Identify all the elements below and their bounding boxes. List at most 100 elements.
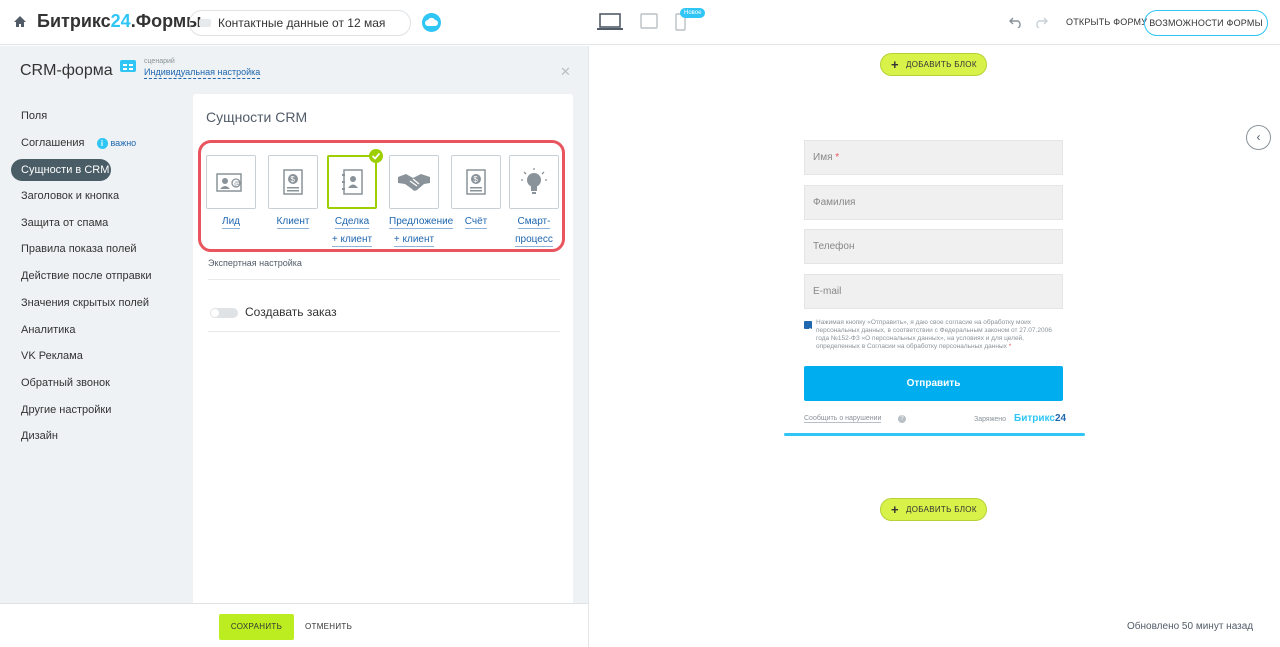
card-bottom-accent — [784, 433, 1085, 436]
desktop-view-icon[interactable] — [597, 13, 623, 31]
form-card: Имя * Фамилия Телефон E-mail Нажимая кно… — [784, 126, 1085, 438]
add-block-label: ДОБАВИТЬ БЛОК — [906, 60, 977, 69]
form-title-text: Контактные данные от 12 мая — [218, 16, 386, 30]
entity-invoice[interactable]: $ Счёт — [451, 155, 501, 229]
form-icon — [199, 19, 211, 27]
plus-icon: + — [891, 502, 899, 517]
lightbulb-icon — [521, 168, 547, 194]
toggle-knob — [211, 309, 219, 317]
expert-settings-link[interactable]: Экспертная настройка — [208, 258, 302, 268]
entity-label-line2: + клиент — [393, 234, 435, 247]
form-preview: + ДОБАВИТЬ БЛОК ‹ Имя * Фамилия Телефон E… — [588, 46, 1280, 647]
entity-tile[interactable] — [327, 149, 383, 209]
add-block-label: ДОБАВИТЬ БЛОК — [906, 505, 977, 514]
selected-check-icon — [369, 149, 383, 163]
nav-item-agreements[interactable]: Соглашения i важно — [11, 131, 189, 158]
nav-item-after-submit[interactable]: Действие после отправки — [11, 264, 189, 291]
close-icon[interactable]: ✕ — [560, 64, 571, 80]
nav-item-label: VK Реклама — [21, 350, 83, 363]
nav-item-spam-protection[interactable]: Защита от спама — [11, 211, 189, 238]
nav-item-label: Правила показа полей — [21, 243, 137, 256]
svg-text:$: $ — [473, 175, 478, 184]
home-icon[interactable] — [13, 15, 27, 29]
entity-smart-process[interactable]: Смарт- процесс — [509, 155, 559, 247]
crm-entities-card: Сущности CRM @ Лид $ Клиент Сделка + кли… — [193, 94, 573, 647]
charged-by-label: Заряжено — [974, 416, 1007, 423]
form-features-button[interactable]: ВОЗМОЖНОСТИ ФОРМЫ — [1144, 10, 1268, 36]
nav-item-header-button[interactable]: Заголовок и кнопка — [11, 184, 189, 211]
panel-footer: СОХРАНИТЬ ОТМЕНИТЬ — [0, 603, 588, 647]
chevron-left-icon[interactable]: ‹ — [1246, 125, 1271, 150]
field-placeholder: Имя — [813, 152, 833, 163]
last-updated-label: Обновлено 50 минут назад — [1127, 621, 1254, 632]
nav-item-label: Защита от спама — [21, 216, 109, 229]
field-placeholder: Фамилия — [813, 197, 856, 208]
entity-tile[interactable]: $ — [268, 155, 318, 209]
entity-tile[interactable] — [389, 155, 439, 209]
nav-item-label: Значения скрытых полей — [21, 296, 150, 309]
open-form-link[interactable]: ОТКРЫТЬ ФОРМУ — [1066, 17, 1147, 27]
create-order-toggle[interactable] — [210, 308, 238, 318]
new-badge: Новое — [680, 8, 706, 18]
entity-label: Клиент — [276, 216, 310, 229]
nav-item-analytics[interactable]: Аналитика — [11, 318, 189, 345]
report-abuse-link[interactable]: Сообщить о нарушении — [804, 415, 882, 423]
nav-item-other-settings[interactable]: Другие настройки — [11, 398, 189, 425]
nav-item-label: Соглашения — [21, 136, 85, 149]
nav-item-label: Обратный звонок — [21, 376, 110, 389]
entity-tile[interactable] — [509, 155, 559, 209]
consent-checkbox[interactable] — [804, 321, 812, 333]
field-placeholder: E-mail — [813, 286, 842, 297]
consent-text-wrap: Нажимая кнопку «Отправить», я даю свое с… — [816, 319, 1063, 351]
tablet-view-icon[interactable] — [640, 13, 658, 29]
save-button[interactable]: СОХРАНИТЬ — [219, 614, 294, 640]
add-block-button-top[interactable]: + ДОБАВИТЬ БЛОК — [880, 53, 987, 76]
form-title-input[interactable]: Контактные данные от 12 мая — [189, 10, 411, 36]
help-icon[interactable]: ? — [898, 415, 906, 423]
nav-item-label: Другие настройки — [21, 403, 112, 416]
scenario-selector[interactable]: Индивидуальная настройка — [144, 67, 261, 79]
required-mark: * — [1008, 343, 1012, 350]
redo-icon[interactable] — [1034, 15, 1048, 33]
cancel-button[interactable]: ОТМЕНИТЬ — [305, 622, 352, 631]
nav-item-fields[interactable]: Поля — [11, 104, 189, 131]
nav-item-label: Заголовок и кнопка — [21, 190, 120, 203]
nav-item-field-rules[interactable]: Правила показа полей — [11, 237, 189, 264]
nav-item-vk-ads[interactable]: VK Реклама — [11, 344, 189, 371]
nav-item-callback[interactable]: Обратный звонок — [11, 371, 189, 398]
create-order-label: Создавать заказ — [245, 305, 337, 319]
nav-item-crm-entities[interactable]: Сущности в CRM — [11, 159, 111, 182]
email-field[interactable]: E-mail — [804, 274, 1063, 309]
nav-item-hidden-fields[interactable]: Значения скрытых полей — [11, 291, 189, 318]
client-icon: $ — [283, 169, 303, 195]
entity-deal-client[interactable]: Сделка + клиент — [327, 149, 383, 247]
entity-client[interactable]: $ Клиент — [268, 155, 318, 229]
phone-field[interactable]: Телефон — [804, 229, 1063, 264]
top-bar: Битрикс24.Формы Контактные данные от 12 … — [0, 0, 1280, 45]
consent-text: Нажимая кнопку «Отправить», я даю свое с… — [816, 319, 1052, 350]
entity-tile[interactable]: @ — [206, 155, 256, 209]
entity-tile[interactable]: $ — [451, 155, 501, 209]
submit-button[interactable]: Отправить — [804, 366, 1063, 401]
handshake-icon — [398, 174, 430, 191]
section-title: Сущности CRM — [206, 109, 308, 125]
cloud-save-icon[interactable] — [422, 13, 441, 32]
entity-lead[interactable]: @ Лид — [206, 155, 256, 229]
last-name-field[interactable]: Фамилия — [804, 185, 1063, 220]
nav-item-label: Действие после отправки — [21, 270, 152, 283]
entity-offer-client[interactable]: Предложение + клиент — [389, 155, 454, 247]
entity-selector-group: @ Лид $ Клиент Сделка + клиент Предложен… — [198, 140, 565, 252]
nav-item-label: Дизайн — [21, 430, 58, 443]
undo-icon[interactable] — [1009, 15, 1023, 33]
divider — [208, 279, 560, 280]
entity-label: Сделка — [334, 216, 370, 229]
svg-text:$: $ — [290, 175, 295, 184]
brand-prefix: Битрикс — [37, 11, 111, 31]
add-block-button-bottom[interactable]: + ДОБАВИТЬ БЛОК — [880, 498, 987, 521]
nav-item-design[interactable]: Дизайн — [11, 424, 189, 451]
nav-item-label: Поля — [21, 110, 48, 122]
bitrix24-logo[interactable]: Битрикс24 — [1014, 413, 1066, 424]
divider — [208, 331, 560, 332]
brand-logo: Битрикс24.Формы — [37, 11, 202, 32]
name-field[interactable]: Имя * — [804, 140, 1063, 175]
